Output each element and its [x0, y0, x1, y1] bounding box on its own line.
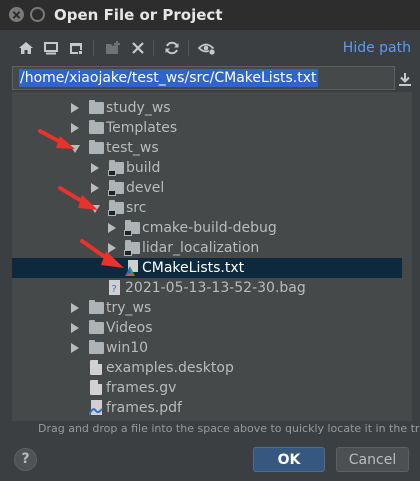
expand-arrow-icon[interactable] — [71, 123, 79, 133]
delete-icon[interactable] — [129, 39, 147, 57]
new-folder-icon[interactable] — [104, 39, 122, 57]
minimize-window-button[interactable] — [30, 7, 45, 22]
folder-icon — [108, 180, 124, 196]
close-window-button[interactable] — [9, 7, 24, 22]
tree-row-label: cmake-build-debug — [142, 220, 277, 236]
folder-icon — [89, 140, 104, 154]
unknown-file-icon: ? — [108, 280, 122, 296]
tree-row-label: frames.pdf — [106, 400, 182, 416]
tree-row[interactable]: lidar_localization — [12, 238, 402, 258]
expand-arrow-icon[interactable] — [71, 103, 79, 113]
folder-icon — [124, 240, 140, 256]
folder-icon — [89, 320, 104, 334]
collapse-arrow-icon[interactable] — [90, 205, 100, 213]
tree-row[interactable]: frames.pdf — [12, 398, 402, 418]
expand-arrow-icon[interactable] — [108, 223, 116, 233]
collapse-arrow-icon[interactable] — [70, 145, 80, 153]
expand-arrow-icon[interactable] — [91, 163, 99, 173]
tree-row-selected[interactable]: CMakeLists.txt — [12, 258, 402, 278]
tree-row-label: Videos — [106, 320, 153, 336]
folder-icon — [89, 100, 104, 114]
path-field-text: /home/xiaojake/test_ws/src/CMakeLists.tx… — [19, 69, 318, 87]
expand-arrow-icon[interactable] — [71, 303, 79, 313]
file-icon — [90, 380, 102, 395]
folder-icon — [89, 300, 104, 314]
tree-row[interactable]: win10 — [12, 338, 402, 358]
hide-path-link[interactable]: Hide path — [343, 40, 411, 56]
tree-row[interactable]: examples.desktop — [12, 358, 402, 378]
download-icon[interactable] — [398, 71, 412, 87]
desktop-icon[interactable] — [42, 39, 60, 57]
tree-row[interactable]: test_ws — [12, 138, 402, 158]
expand-arrow-icon[interactable] — [71, 323, 79, 333]
expand-arrow-icon[interactable] — [71, 343, 79, 353]
toolbar-separator — [188, 40, 189, 56]
expand-arrow-icon[interactable] — [108, 243, 116, 253]
project-icon[interactable] — [67, 39, 85, 57]
toolbar-separator — [93, 40, 94, 56]
tree-row-label: CMakeLists.txt — [142, 260, 245, 276]
tree-row-label: study_ws — [106, 100, 171, 116]
tree-row[interactable]: Templates — [12, 118, 402, 138]
svg-text:?: ? — [112, 284, 117, 295]
folder-icon — [89, 120, 104, 134]
help-button[interactable]: ? — [14, 448, 37, 471]
tree-row-label: win10 — [106, 340, 149, 356]
tree-row-label: build — [126, 160, 161, 176]
title-bar: Open File or Project — [0, 0, 420, 30]
ok-button[interactable]: OK — [253, 447, 325, 472]
folder-icon — [124, 220, 140, 236]
tree-row-label: Templates — [106, 120, 178, 136]
file-tree[interactable]: study_ws Templates test_ws build devel s… — [12, 92, 412, 421]
tree-row[interactable]: ? 2021-05-13-13-52-30.bag — [12, 278, 402, 298]
tree-row[interactable]: src — [12, 198, 402, 218]
show-hidden-icon[interactable] — [198, 39, 216, 57]
window-title: Open File or Project — [54, 6, 223, 24]
folder-icon — [108, 200, 124, 216]
folder-icon — [108, 160, 124, 176]
cmake-file-icon — [125, 260, 139, 276]
tree-row[interactable]: devel — [12, 178, 402, 198]
refresh-icon[interactable] — [163, 39, 181, 57]
tree-row[interactable]: try_ws — [12, 298, 402, 318]
tree-row[interactable]: Videos — [12, 318, 402, 338]
folder-icon — [89, 340, 104, 354]
tree-row-label: devel — [126, 180, 165, 196]
tree-row-label: frames.gv — [106, 380, 177, 396]
path-field[interactable]: /home/xiaojake/test_ws/src/CMakeLists.tx… — [12, 66, 395, 90]
expand-arrow-icon[interactable] — [91, 183, 99, 193]
tree-row[interactable]: build — [12, 158, 402, 178]
tree-row-label: try_ws — [106, 300, 152, 316]
file-icon — [90, 360, 102, 375]
toolbar-separator — [153, 40, 154, 56]
tree-row-label: src — [126, 200, 147, 216]
home-icon[interactable] — [17, 39, 35, 57]
tree-row[interactable]: study_ws — [12, 98, 402, 118]
tree-row[interactable]: frames.gv — [12, 378, 402, 398]
tree-row-label: lidar_localization — [142, 240, 260, 256]
drag-drop-hint: Drag and drop a file into the space abov… — [38, 422, 420, 435]
pdf-file-icon — [88, 400, 103, 416]
tree-row[interactable]: cmake-build-debug — [12, 218, 402, 238]
tree-row-label: test_ws — [106, 140, 159, 156]
tree-row-label: 2021-05-13-13-52-30.bag — [125, 280, 306, 296]
tree-row-label: examples.desktop — [106, 360, 234, 376]
cancel-button[interactable]: Cancel — [336, 447, 409, 472]
